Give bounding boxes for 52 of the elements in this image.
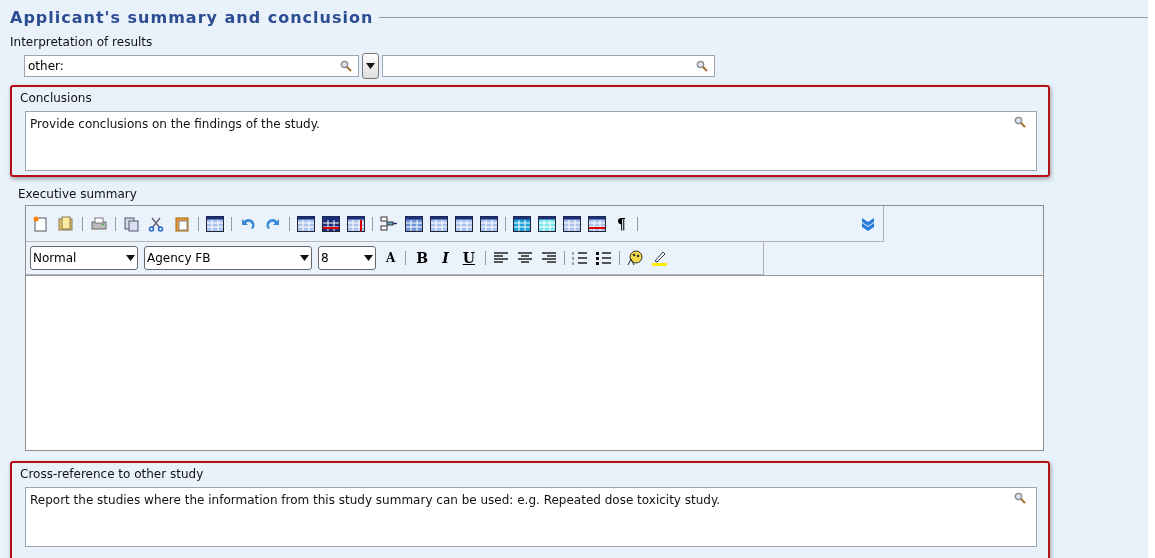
caret-icon [364, 255, 373, 261]
search-icon[interactable] [340, 60, 352, 72]
table-icon[interactable] [405, 215, 423, 232]
search-icon[interactable] [1014, 492, 1026, 504]
search-icon[interactable] [1014, 116, 1026, 128]
align-left-icon[interactable] [491, 250, 510, 266]
align-center-icon[interactable] [515, 250, 534, 266]
highlighter-icon[interactable] [649, 250, 668, 266]
cross-reference-field[interactable]: Report the studies where the information from this study summary can be used: e.g. Repeated dose toxicity study. [25, 487, 1037, 547]
table-icon[interactable] [347, 215, 365, 232]
flowchart-icon[interactable] [380, 215, 398, 232]
table-icon[interactable] [480, 215, 498, 232]
underline-button[interactable]: U [458, 250, 479, 266]
font-size-button[interactable]: A [382, 251, 400, 265]
paragraph-button[interactable]: ¶ [613, 215, 630, 232]
scissors-icon[interactable] [148, 215, 166, 232]
expand-icon[interactable] [859, 215, 877, 232]
section-title: Applicant's summary and conclusion [10, 8, 374, 27]
style-select[interactable]: Normal [30, 246, 138, 270]
table-icon[interactable] [563, 215, 581, 232]
table-icon[interactable] [430, 215, 448, 232]
copy-icon[interactable] [123, 215, 141, 232]
table-icon[interactable] [588, 215, 606, 232]
field-label: Conclusions [20, 91, 93, 105]
caret-icon [366, 63, 375, 69]
printer-icon[interactable] [90, 215, 108, 232]
field-label: Cross-reference to other study [20, 467, 205, 481]
table-icon[interactable] [206, 215, 224, 232]
table-icon[interactable] [513, 215, 531, 232]
field-label: Interpretation of results [10, 35, 154, 49]
field-label: Executive summary [18, 187, 138, 201]
detail-field[interactable] [382, 55, 715, 77]
bold-button[interactable]: B [412, 250, 433, 266]
numbered-list-icon[interactable] [570, 250, 589, 266]
table-icon[interactable] [538, 215, 556, 232]
align-right-icon[interactable] [539, 250, 558, 266]
table-icon[interactable] [455, 215, 473, 232]
search-icon[interactable] [696, 60, 708, 72]
font-select[interactable]: Agency FB [144, 246, 312, 270]
bullet-list-icon[interactable] [594, 250, 613, 266]
conclusions-field[interactable]: Provide conclusions on the findings of the study. [25, 111, 1037, 171]
folder-icon[interactable] [57, 215, 75, 232]
size-select[interactable]: 8 [318, 246, 376, 270]
interpretation-field[interactable]: other: [24, 55, 359, 77]
caret-icon [300, 255, 309, 261]
italic-button[interactable]: I [438, 250, 453, 266]
palette-icon[interactable] [625, 250, 644, 266]
caret-icon [126, 255, 135, 261]
dropdown-button[interactable] [362, 53, 379, 79]
table-icon[interactable] [297, 215, 315, 232]
clipboard-icon[interactable] [173, 215, 191, 232]
table-icon[interactable] [322, 215, 340, 232]
